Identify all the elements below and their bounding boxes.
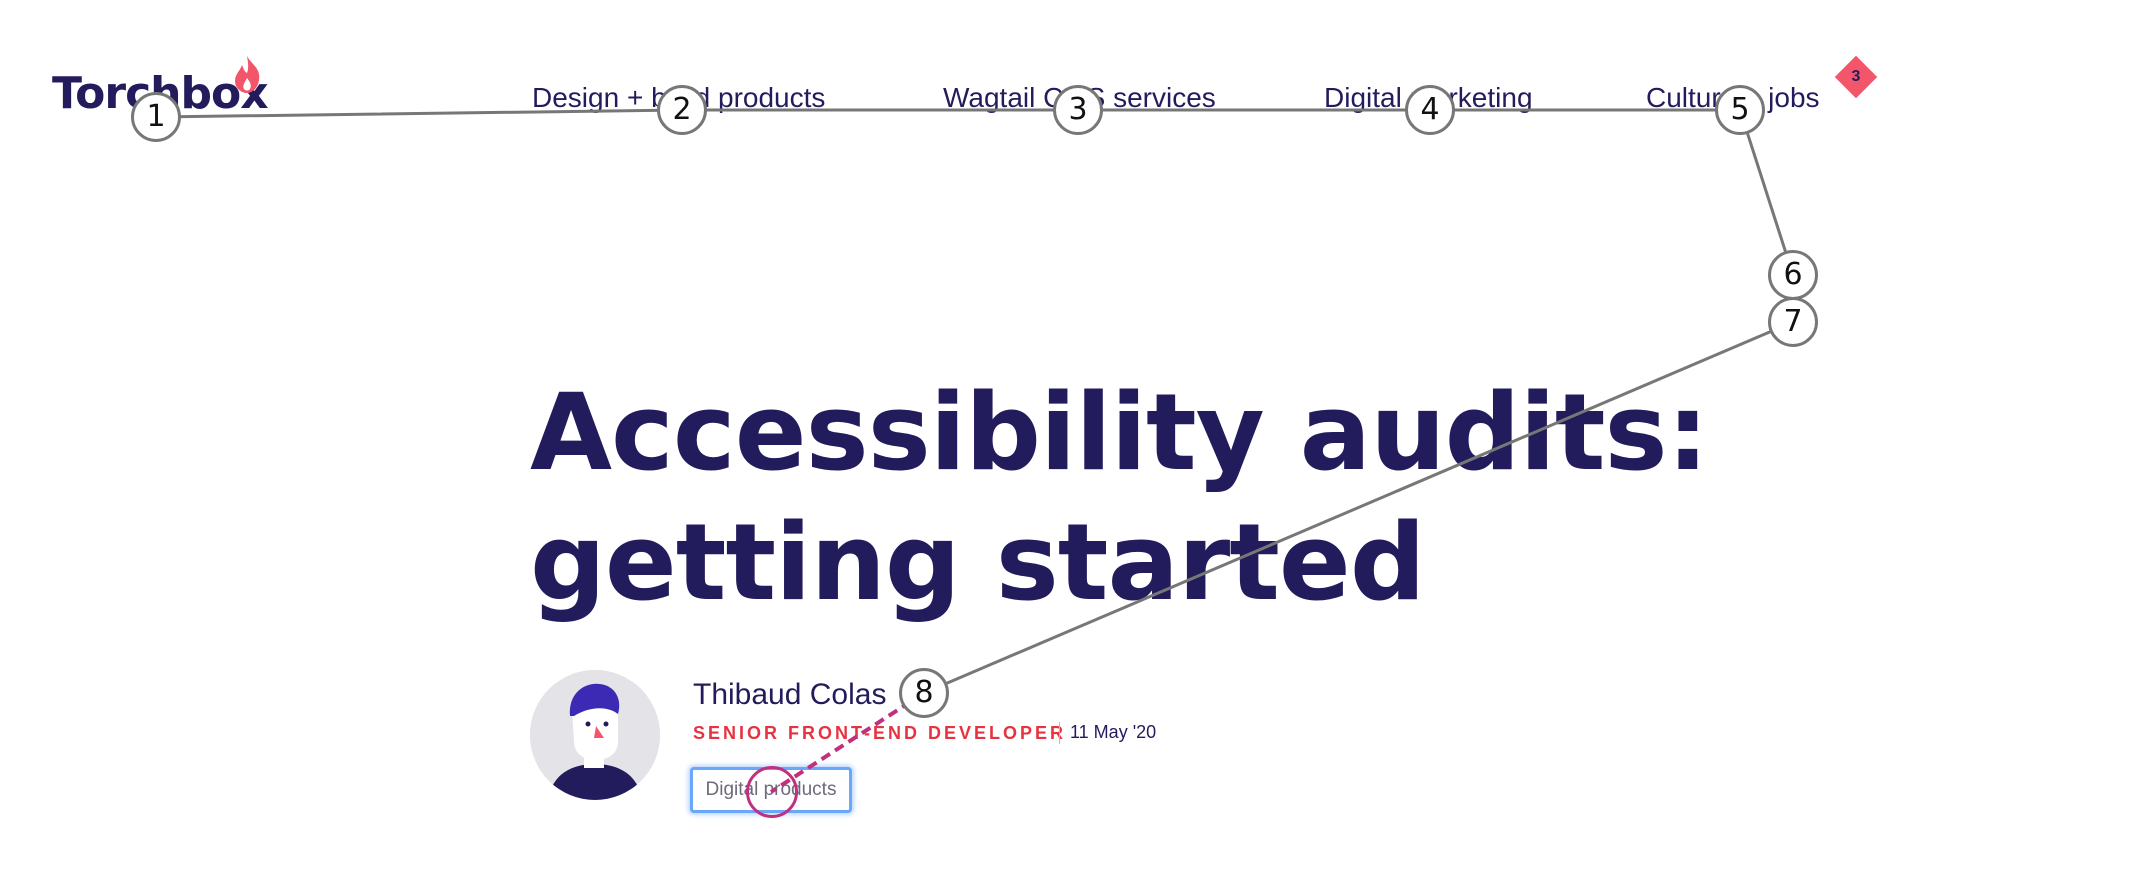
avatar-illustration-icon <box>530 670 660 800</box>
step-marker-7: 7 <box>1768 297 1818 347</box>
page-title: Accessibility audits: getting started <box>530 368 1830 628</box>
nav-design-build[interactable]: Design + build products <box>532 82 825 114</box>
step-marker-6: 6 <box>1768 250 1818 300</box>
author-role: SENIOR FRONT-END DEVELOPER <box>693 723 1067 743</box>
page-title-line-1: Accessibility audits: <box>530 371 1709 494</box>
nav-digital-marketing[interactable]: Digital marketing <box>1324 82 1533 114</box>
jobs-badge-count: 3 <box>1851 68 1861 85</box>
main-navigation: Design + build products Wagtail CMS serv… <box>0 82 2130 122</box>
post-date: 11 May '20 <box>1070 722 1157 742</box>
nav-culture-jobs[interactable]: Culture + jobs <box>1646 82 1820 114</box>
meta-divider <box>1059 722 1060 744</box>
author-name[interactable]: Thibaud Colas <box>693 678 886 712</box>
author-avatar <box>530 670 660 800</box>
nav-wagtail-cms[interactable]: Wagtail CMS services <box>943 82 1216 114</box>
tag-digital-products[interactable]: Digital products <box>690 767 852 813</box>
page-title-line-2: getting started <box>530 501 1426 624</box>
step-marker-8: 8 <box>899 668 949 718</box>
